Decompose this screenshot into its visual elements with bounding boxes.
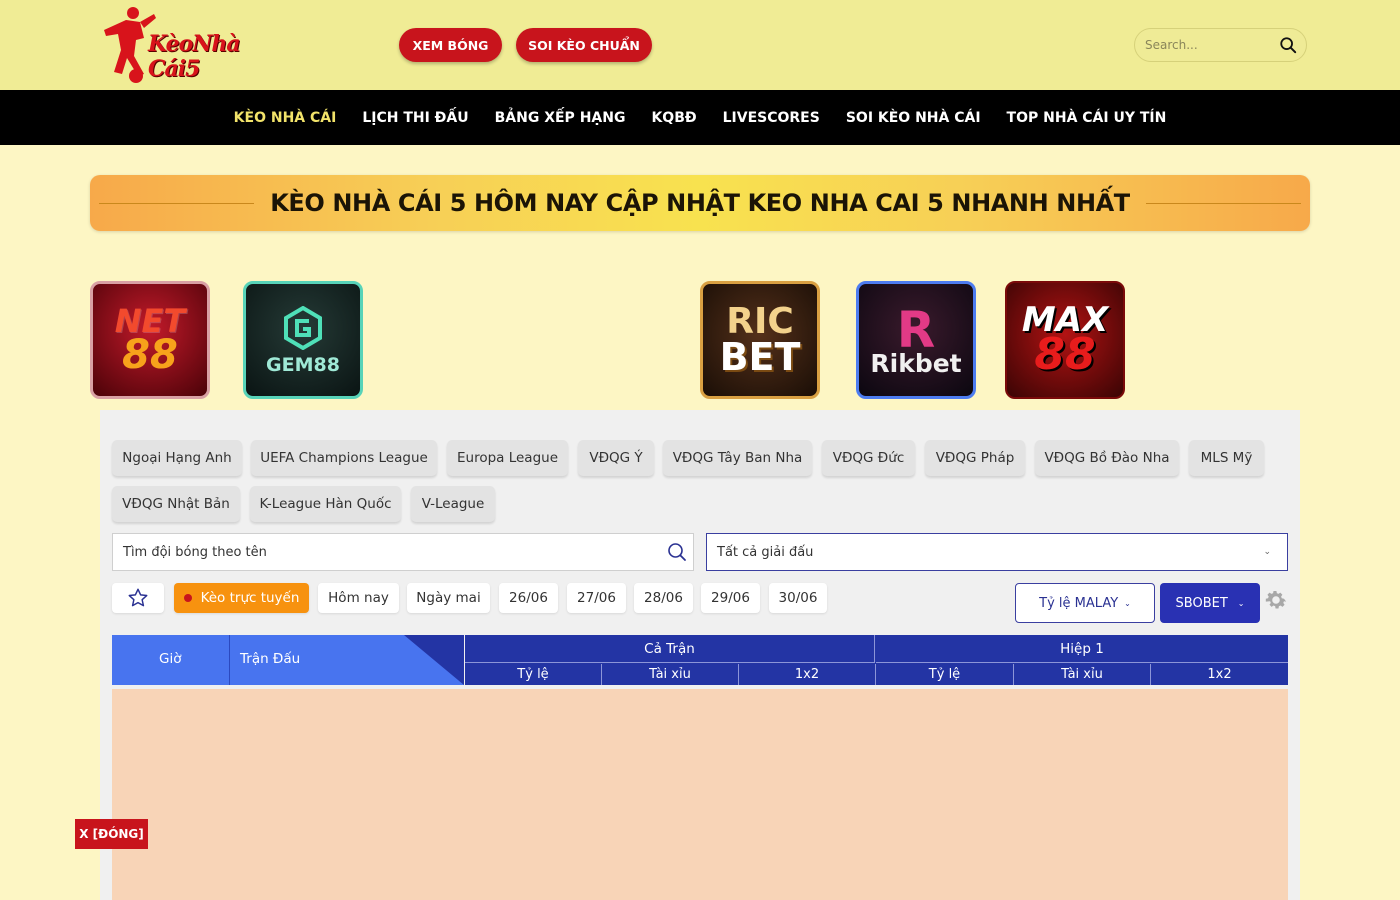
- chevron-down-icon: ⌄: [1263, 547, 1271, 557]
- col-over-under-full: Tài xỉu: [602, 664, 739, 685]
- nav-item-bang-xep-hang[interactable]: BẢNG XẾP HẠNG: [495, 110, 626, 126]
- search-icon[interactable]: [667, 542, 687, 562]
- odds-format-label: Tỷ lệ MALAY: [1039, 595, 1119, 611]
- league-chip-ngoai-hang-anh[interactable]: Ngoại Hạng Anh: [112, 440, 242, 476]
- odds-format-select[interactable]: Tỷ lệ MALAY ⌄: [1015, 583, 1155, 623]
- odds-table-body: [112, 689, 1288, 900]
- star-icon: [128, 588, 148, 607]
- league-select[interactable]: Tất cả giải đấu ⌄: [706, 533, 1288, 571]
- main-nav: KÈO NHÀ CÁI LỊCH THI ĐẤU BẢNG XẾP HẠNG K…: [0, 90, 1400, 145]
- col-time-header: Giờ: [159, 651, 182, 667]
- close-ad-button[interactable]: X [ĐÓNG]: [75, 819, 148, 849]
- col-1x2-half: 1x2: [1207, 667, 1232, 682]
- site-search[interactable]: Search...: [1134, 28, 1307, 62]
- league-select-value: Tất cả giải đấu: [717, 544, 814, 560]
- gear-icon[interactable]: [1263, 587, 1289, 613]
- date-28-06-button[interactable]: 28/06: [634, 583, 693, 613]
- logo-line-2: Cái5: [148, 56, 200, 82]
- col-handicap-half: Tỷ lệ: [876, 664, 1014, 685]
- banner-divider-right: [1145, 202, 1301, 204]
- live-odds-button[interactable]: Kèo trực tuyến: [174, 583, 309, 613]
- league-chip-mls-my[interactable]: MLS Mỹ: [1189, 440, 1264, 476]
- page-title: KÈO NHÀ CÁI 5 HÔM NAY CẬP NHẬT KEO NHA C…: [270, 189, 1130, 217]
- brand-logo-gem88: GEM88: [266, 305, 340, 375]
- group-full-time: Cả Trận: [465, 635, 875, 663]
- league-chip-vdqg-y[interactable]: VĐQG Ý: [578, 440, 654, 476]
- brand-logo-net88: NET 88: [114, 302, 186, 378]
- logo-wordmark: KèoNhà Cái5: [148, 31, 241, 82]
- date-27-06-button[interactable]: 27/06: [567, 583, 626, 613]
- banner-divider-left: [99, 202, 255, 204]
- logo-line-1: KèoNhà: [148, 31, 241, 57]
- brand-logo-rikbet: R Rikbet: [870, 300, 962, 378]
- brand-tile-max88[interactable]: MAX 88: [1005, 281, 1125, 399]
- group-first-half: Hiệp 1: [876, 635, 1288, 663]
- chevron-down-icon: ⌄: [1237, 598, 1245, 608]
- date-30-06-button[interactable]: 30/06: [769, 583, 827, 613]
- league-chip-k-league[interactable]: K-League Hàn Quốc: [250, 486, 401, 522]
- col-handicap-full: Tỷ lệ: [465, 664, 602, 685]
- favorites-button[interactable]: [112, 583, 164, 613]
- date-tomorrow-button[interactable]: Ngày mai: [407, 583, 490, 613]
- team-search-field[interactable]: Tìm đội bóng theo tên: [112, 533, 694, 571]
- nav-item-lich-thi-dau[interactable]: LỊCH THI ĐẤU: [362, 110, 468, 126]
- watch-football-button[interactable]: XEM BÓNG: [399, 28, 502, 62]
- team-search-input[interactable]: Tìm đội bóng theo tên: [123, 545, 667, 560]
- nav-item-keo-nha-cai[interactable]: KÈO NHÀ CÁI: [234, 110, 337, 126]
- brand-logo-max88: MAX 88: [1021, 300, 1109, 380]
- league-chip-europa-league[interactable]: Europa League: [447, 440, 568, 476]
- date-today-button[interactable]: Hôm nay: [318, 583, 399, 613]
- date-26-06-button[interactable]: 26/06: [499, 583, 558, 613]
- site-logo[interactable]: KèoNhà Cái5: [100, 4, 250, 86]
- brand-logo-ricbet: RIC BET: [719, 301, 801, 379]
- league-chip-vdqg-nhat-ban[interactable]: VĐQG Nhật Bản: [112, 486, 240, 522]
- league-chip-v-league[interactable]: V-League: [411, 486, 495, 522]
- bookmaker-select[interactable]: SBOBET ⌄: [1160, 583, 1260, 623]
- league-chip-vdqg-tay-ban-nha[interactable]: VĐQG Tây Ban Nha: [663, 440, 812, 476]
- expert-tips-button[interactable]: SOI KÈO CHUẨN: [516, 28, 652, 62]
- brand-tile-gem88[interactable]: GEM88: [243, 281, 363, 399]
- col-match-header: Trận Đấu: [240, 651, 301, 667]
- brand-tile-rikbet[interactable]: R Rikbet: [856, 281, 976, 399]
- nav-item-soi-keo[interactable]: SOI KÈO NHÀ CÁI: [846, 110, 981, 126]
- live-dot-icon: [183, 594, 192, 602]
- top-header: KèoNhà Cái5 XEM BÓNG SOI KÈO CHUẨN Searc…: [0, 0, 1400, 90]
- nav-item-kqbd[interactable]: KQBĐ: [651, 110, 696, 126]
- date-29-06-button[interactable]: 29/06: [701, 583, 760, 613]
- league-chip-vdqg-phap[interactable]: VĐQG Pháp: [925, 440, 1025, 476]
- search-icon[interactable]: [1279, 36, 1297, 54]
- chevron-down-icon: ⌄: [1124, 598, 1131, 608]
- page-title-banner: KÈO NHÀ CÁI 5 HÔM NAY CẬP NHẬT KEO NHA C…: [90, 175, 1310, 231]
- nav-item-top-nha-cai[interactable]: TOP NHÀ CÁI UY TÍN: [1007, 110, 1167, 126]
- live-odds-label: Kèo trực tuyến: [200, 590, 300, 606]
- bookmaker-label: SBOBET: [1175, 595, 1228, 611]
- brand-tile-ricbet[interactable]: RIC BET: [700, 281, 820, 399]
- col-1x2-full: 1x2: [739, 664, 876, 685]
- league-chip-vdqg-duc[interactable]: VĐQG Đức: [822, 440, 915, 476]
- gem-hexagon-icon: [283, 305, 322, 350]
- col-over-under-half: Tài xỉu: [1014, 664, 1151, 685]
- nav-item-livescores[interactable]: LIVESCORES: [723, 110, 820, 126]
- brand-tile-net88[interactable]: NET 88: [90, 281, 210, 399]
- table-header-divider: [229, 635, 230, 685]
- league-chip-vdqg-bo-dao-nha[interactable]: VĐQG Bồ Đào Nha: [1035, 440, 1179, 476]
- search-input[interactable]: Search...: [1145, 38, 1279, 52]
- league-chip-champions-league[interactable]: UEFA Champions League: [251, 440, 437, 476]
